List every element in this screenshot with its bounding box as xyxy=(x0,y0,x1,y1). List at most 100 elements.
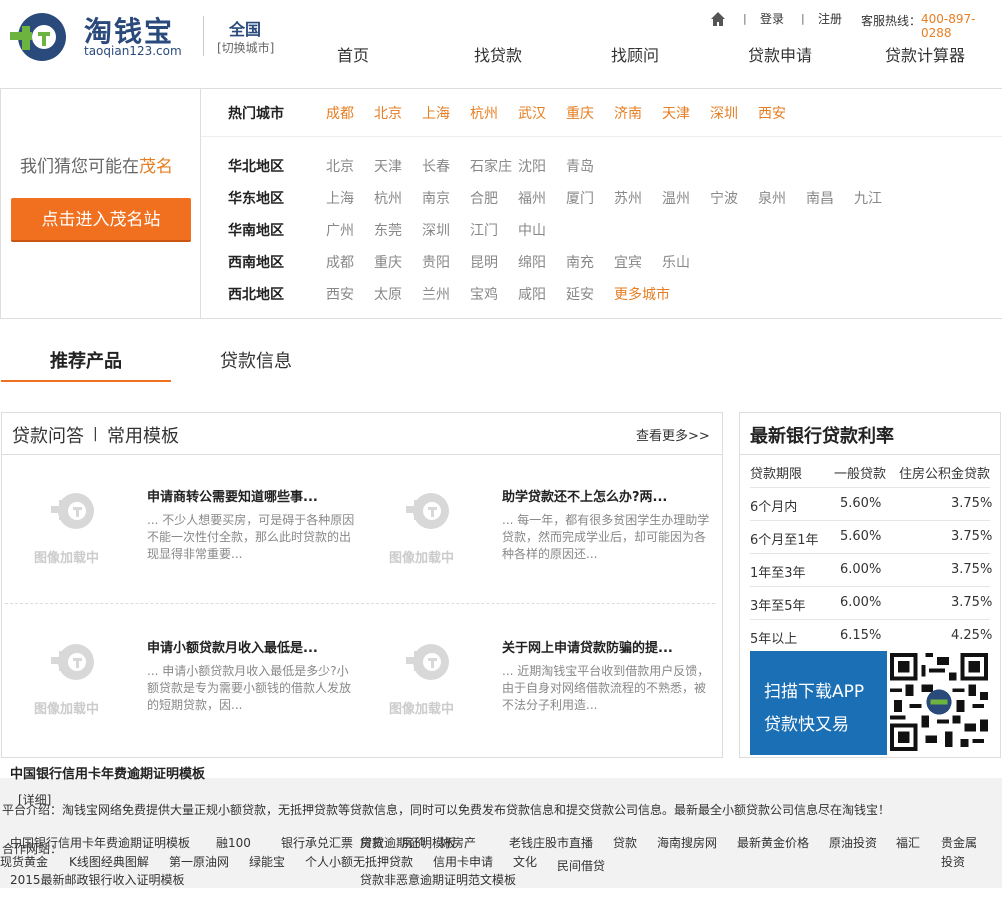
tab-recommended[interactable]: 推荐产品 xyxy=(50,347,122,373)
switch-city-link[interactable]: [切换城市] xyxy=(217,39,274,56)
city-link[interactable]: 杭州 xyxy=(374,188,402,208)
city-link[interactable]: 昆明 xyxy=(470,252,498,272)
city-link[interactable]: 合肥 xyxy=(470,188,498,208)
city-link[interactable]: 乐山 xyxy=(662,252,690,272)
nav-home[interactable]: 首页 xyxy=(337,42,369,66)
hot-city-link[interactable]: 武汉 xyxy=(518,103,546,123)
partner-link[interactable]: 投资 xyxy=(941,853,965,870)
partner-link[interactable]: 现货黄金 xyxy=(0,853,48,870)
city-link[interactable]: 延安 xyxy=(566,284,594,304)
article-title[interactable]: 关于网上申请贷款防骗的提... xyxy=(502,637,673,656)
city-link[interactable]: 成都 xyxy=(326,252,354,272)
city-link[interactable]: 泉州 xyxy=(758,188,786,208)
city-link[interactable]: 绵阳 xyxy=(518,252,546,272)
article-thumbnail[interactable]: 图像加载中 xyxy=(369,626,489,717)
qa-tab-questions[interactable]: 贷款问答 xyxy=(12,422,84,448)
article-title[interactable]: 助学贷款还不上怎么办?两... xyxy=(502,486,667,505)
article-thumbnail[interactable]: 图像加载中 xyxy=(14,626,134,717)
more-cities-link[interactable]: 更多城市 xyxy=(614,284,670,304)
hot-city-link[interactable]: 重庆 xyxy=(566,103,594,123)
view-more-link[interactable]: 查看更多>> xyxy=(636,425,710,444)
partner-link[interactable]: 贷款 xyxy=(613,834,637,851)
city-link[interactable]: 上海 xyxy=(326,188,354,208)
logo-icon[interactable] xyxy=(4,10,70,64)
partner-link[interactable]: 个人小额无抵押贷款 xyxy=(305,853,413,870)
qa-tab-templates[interactable]: 常用模板 xyxy=(107,422,179,448)
partner-link[interactable]: 好房产 xyxy=(440,834,476,851)
city-link[interactable]: 苏州 xyxy=(614,188,642,208)
footer-template-link[interactable]: 贷款非恶意逾期证明范文模板 xyxy=(360,871,516,888)
article-thumbnail[interactable]: 图像加载中 xyxy=(14,475,134,566)
city-link[interactable]: 南昌 xyxy=(806,188,834,208)
city-link[interactable]: 贵阳 xyxy=(422,252,450,272)
city-link[interactable]: 兰州 xyxy=(422,284,450,304)
city-link[interactable]: 南京 xyxy=(422,188,450,208)
city-link[interactable]: 天津 xyxy=(374,156,402,176)
city-link[interactable]: 西安 xyxy=(326,284,354,304)
city-link[interactable]: 温州 xyxy=(662,188,690,208)
article-title[interactable]: 申请商转公需要知道哪些事... xyxy=(147,486,318,505)
article-thumbnail[interactable]: 图像加载中 xyxy=(369,475,489,566)
city-link[interactable]: 九江 xyxy=(854,188,882,208)
partner-link[interactable]: 民间借贷 xyxy=(557,857,605,874)
login-link[interactable]: 登录 xyxy=(760,10,784,27)
partner-link[interactable]: 绿能宝 xyxy=(249,853,285,870)
footer-template-title[interactable]: 中国银行信用卡年费逾期证明模板 xyxy=(10,763,205,782)
city-link[interactable]: 重庆 xyxy=(374,252,402,272)
city-link[interactable]: 石家庄 xyxy=(470,156,512,176)
nav-loan-calculator[interactable]: 贷款计算器 xyxy=(885,42,965,66)
city-link[interactable]: 南充 xyxy=(566,252,594,272)
city-link[interactable]: 厦门 xyxy=(566,188,594,208)
hot-city-link[interactable]: 杭州 xyxy=(470,103,498,123)
tab-loan-info[interactable]: 贷款信息 xyxy=(220,347,292,373)
partner-link[interactable]: 房价 xyxy=(402,834,426,851)
city-link[interactable]: 沈阳 xyxy=(518,156,546,176)
partner-link[interactable]: 最新黄金价格 xyxy=(737,834,809,851)
city-link[interactable]: 长春 xyxy=(422,156,450,176)
hot-city-link[interactable]: 天津 xyxy=(662,103,690,123)
city-link[interactable]: 广州 xyxy=(326,220,354,240)
hot-city-link[interactable]: 济南 xyxy=(614,103,642,123)
enter-city-button[interactable]: 点击进入茂名站 xyxy=(11,198,191,242)
city-link[interactable]: 福州 xyxy=(518,188,546,208)
partner-link[interactable]: 信用卡申请 xyxy=(433,853,493,870)
partner-link[interactable]: 融100 xyxy=(216,834,251,851)
article-title[interactable]: 申请小额贷款月收入最低是... xyxy=(147,637,318,656)
city-link[interactable]: 青岛 xyxy=(566,156,594,176)
city-link[interactable]: 咸阳 xyxy=(518,284,546,304)
partner-link[interactable]: 银行承兑汇票 xyxy=(281,834,353,851)
register-link[interactable]: 注册 xyxy=(818,10,842,27)
footer-template-link[interactable]: 中国银行信用卡年费逾期证明模板 xyxy=(10,834,190,851)
partner-link[interactable]: 海南搜房网 xyxy=(657,834,717,851)
partner-link[interactable]: 文化 xyxy=(513,853,537,870)
partner-link[interactable]: 房贷 xyxy=(360,834,384,851)
city-link[interactable]: 宁波 xyxy=(710,188,738,208)
city-link[interactable]: 中山 xyxy=(518,220,546,240)
footer-template-link[interactable]: 2015最新邮政银行收入证明模板 xyxy=(10,871,185,888)
home-icon[interactable] xyxy=(710,11,726,27)
hotline-number[interactable]: 400-897-0288 xyxy=(921,12,1002,40)
nav-loan-apply[interactable]: 贷款申请 xyxy=(748,42,812,66)
city-link[interactable]: 北京 xyxy=(326,156,354,176)
nav-find-loan[interactable]: 找贷款 xyxy=(474,42,522,66)
hot-city-link[interactable]: 深圳 xyxy=(710,103,738,123)
partner-link[interactable]: 第一原油网 xyxy=(169,853,229,870)
hot-city-link[interactable]: 西安 xyxy=(758,103,786,123)
city-link[interactable]: 太原 xyxy=(374,284,402,304)
app-download-banner[interactable] xyxy=(750,651,887,755)
hot-city-link[interactable]: 上海 xyxy=(422,103,450,123)
city-link[interactable]: 宜宾 xyxy=(614,252,642,272)
city-link[interactable]: 深圳 xyxy=(422,220,450,240)
partner-link[interactable]: 老钱庄股市直播 xyxy=(509,834,593,851)
partner-link[interactable]: K线图经典图解 xyxy=(69,853,149,870)
partner-link[interactable]: 福汇 xyxy=(896,834,920,851)
city-link[interactable]: 东莞 xyxy=(374,220,402,240)
hot-city-link[interactable]: 成都 xyxy=(326,103,354,123)
nav-find-advisor[interactable]: 找顾问 xyxy=(611,42,659,66)
city-link[interactable]: 江门 xyxy=(470,220,498,240)
rate-fund: 3.75% xyxy=(951,595,993,610)
city-link[interactable]: 宝鸡 xyxy=(470,284,498,304)
hot-city-link[interactable]: 北京 xyxy=(374,103,402,123)
partner-link[interactable]: 原油投资 xyxy=(829,834,877,851)
partner-link[interactable]: 贵金属 xyxy=(941,834,977,851)
